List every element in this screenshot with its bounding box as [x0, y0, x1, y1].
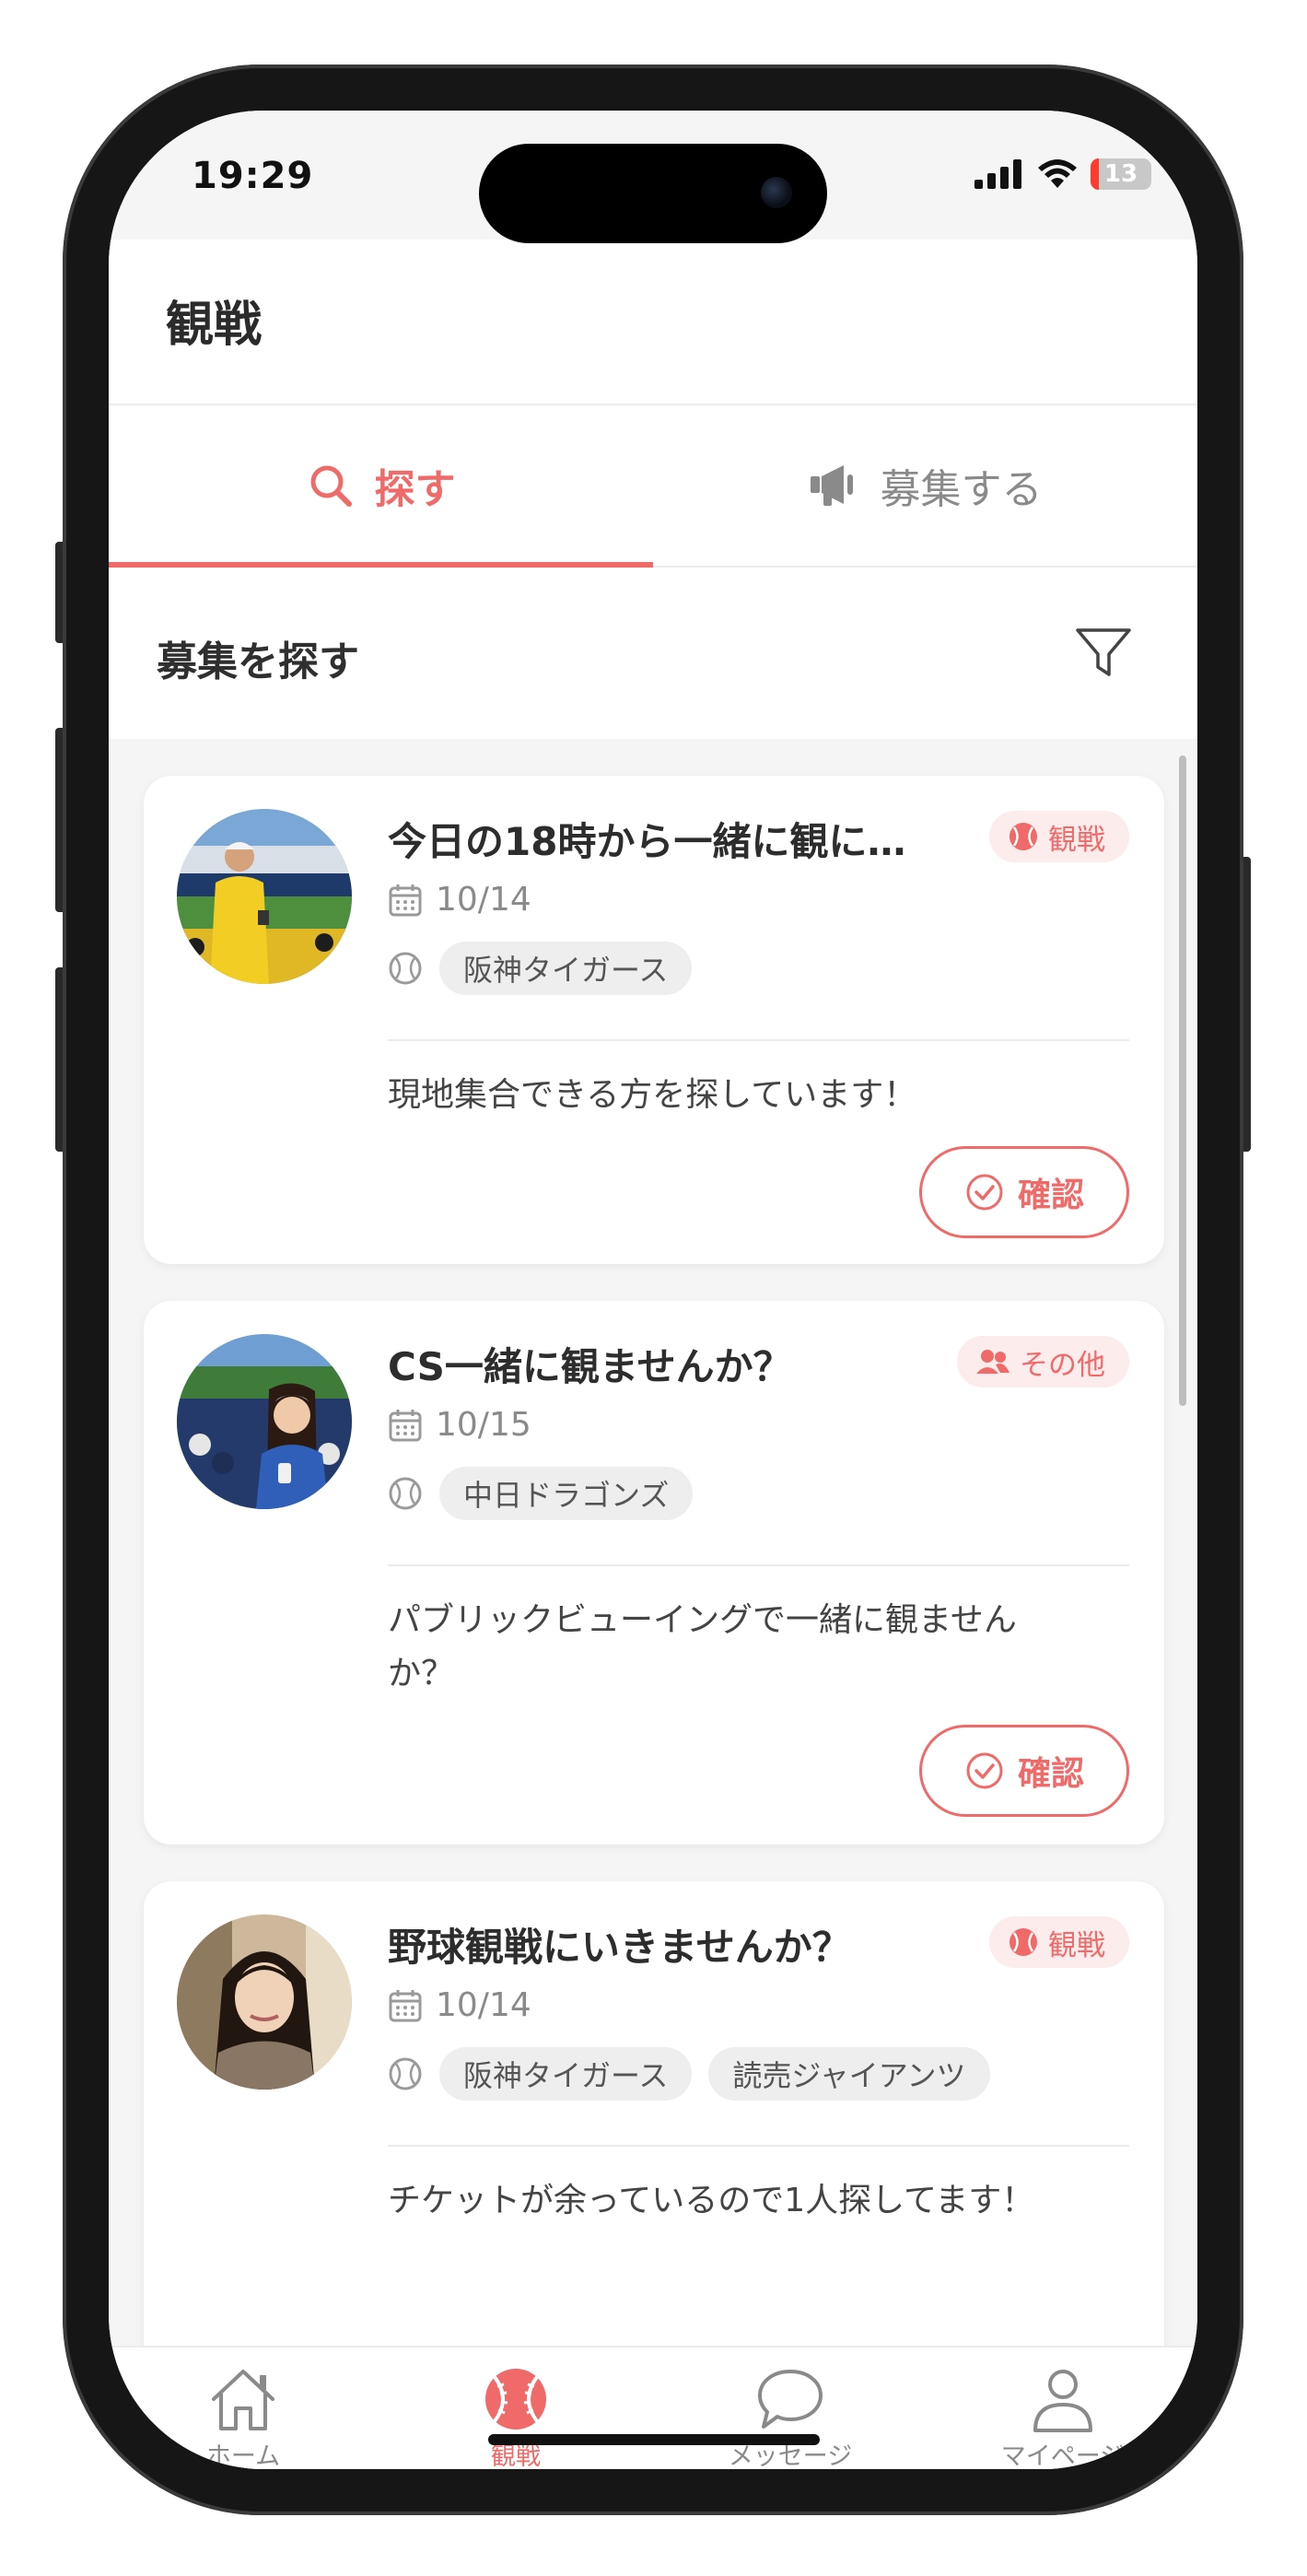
check-circle-icon: [966, 1752, 1003, 1789]
tab-search-label: 探す: [374, 466, 456, 513]
team-chip: 中日ドラゴンズ: [439, 1467, 694, 1520]
post-title: CS一緒に観ませんか？: [388, 1344, 792, 1389]
check-circle-icon: [966, 1174, 1003, 1211]
search-icon: [310, 465, 352, 507]
post-card[interactable]: CS一緒に観ませんか？ その他 10/15 中日ドラゴンズ パブリックビューイン…: [144, 1301, 1164, 1844]
wifi-icon: [1038, 159, 1077, 188]
post-message: チケットが余っているので1人探してます！: [388, 2182, 1035, 2219]
camera-icon: [761, 177, 792, 208]
post-message: 現地集合できる方を探しています！: [388, 1076, 917, 1114]
category-tag: 観戦: [989, 1916, 1129, 1968]
nav-home[interactable]: ホーム: [133, 2366, 354, 2469]
baseball-icon: [1009, 823, 1037, 850]
team-baseball-icon: [389, 952, 422, 985]
post-date-row: 10/15: [388, 1406, 531, 1444]
post-date-row: 10/14: [388, 881, 531, 919]
section-title: 募集を探す: [157, 638, 359, 685]
post-card[interactable]: 野球観戦にいきませんか？ 観戦 10/14 阪神タイガース 読売ジャイアンツ チ…: [144, 1881, 1164, 2346]
scrollbar[interactable]: [1179, 755, 1186, 1406]
user-icon: [1033, 2370, 1092, 2432]
battery-icon: 13: [1091, 158, 1151, 190]
team-row: 阪神タイガース: [388, 942, 693, 995]
nav-mypage[interactable]: マイページ: [952, 2366, 1173, 2469]
nav-watch[interactable]: 観戦: [405, 2366, 626, 2469]
tab-search[interactable]: 探す: [109, 405, 653, 566]
baseball-icon: [1009, 1928, 1037, 1956]
card-divider: [388, 1564, 1129, 1566]
filter-icon[interactable]: [1074, 626, 1133, 680]
team-row: 中日ドラゴンズ: [388, 1467, 694, 1520]
category-tag-label: 観戦: [1048, 1928, 1105, 1962]
team-chip: 阪神タイガース: [439, 942, 693, 995]
screen: 19:29 13 観戦 探す 募集する 募集を探す 今日の18時から一緒に観に……: [109, 111, 1197, 2469]
megaphone-icon: [810, 465, 853, 506]
avatar: [177, 1334, 352, 1509]
tab-bar: 探す 募集する: [109, 405, 1197, 568]
avatar: [177, 1914, 352, 2090]
calendar-icon: [389, 1989, 422, 2021]
status-time: 19:29: [192, 155, 314, 197]
calendar-icon: [389, 1409, 422, 1441]
post-list[interactable]: 今日の18時から一緒に観に… 観戦 10/14 阪神タイガース 現地集合できる方…: [109, 739, 1197, 2346]
category-tag: その他: [957, 1336, 1129, 1388]
category-tag-label: その他: [1020, 1348, 1105, 1382]
section-header: 募集を探す: [109, 568, 1197, 739]
team-baseball-icon: [389, 1477, 422, 1510]
avatar: [177, 809, 352, 984]
battery-level: 13: [1103, 160, 1138, 188]
nav-messages[interactable]: メッセージ: [680, 2366, 901, 2469]
post-date: 10/14: [436, 1986, 531, 2024]
team-chip: 読売ジャイアンツ: [708, 2047, 990, 2101]
tab-recruit-label: 募集する: [880, 466, 1043, 513]
dynamic-island: [479, 144, 827, 243]
team-baseball-icon: [389, 2057, 422, 2090]
signal-icon: [974, 159, 1021, 189]
confirm-button[interactable]: 確認: [919, 1146, 1129, 1238]
nav-home-label: ホーム: [205, 2442, 281, 2469]
post-date: 10/15: [436, 1406, 531, 1444]
status-icons: 13: [974, 158, 1151, 190]
card-divider: [388, 1039, 1129, 1041]
page-title: 観戦: [166, 298, 263, 353]
home-indicator[interactable]: [488, 2434, 820, 2445]
post-card[interactable]: 今日の18時から一緒に観に… 観戦 10/14 阪神タイガース 現地集合できる方…: [144, 776, 1164, 1264]
card-divider: [388, 2145, 1129, 2147]
calendar-icon: [389, 884, 422, 916]
post-date-row: 10/14: [388, 1986, 531, 2024]
team-chip: 阪神タイガース: [439, 2047, 693, 2101]
chat-icon: [758, 2370, 823, 2429]
phone-frame: 19:29 13 観戦 探す 募集する 募集を探す 今日の18時から一緒に観に……: [63, 64, 1243, 2515]
post-message: パブリックビューイングで一緒に観ませんか？: [388, 1601, 1017, 1692]
post-title: 今日の18時から一緒に観に…: [388, 819, 906, 864]
team-row: 阪神タイガース 読売ジャイアンツ: [388, 2047, 990, 2101]
confirm-button-label: 確認: [1017, 1177, 1084, 1214]
people-icon: [976, 1350, 1009, 1374]
app-header: 観戦: [109, 240, 1197, 405]
category-tag: 観戦: [989, 811, 1129, 862]
nav-mypage-label: マイページ: [1000, 2442, 1126, 2469]
confirm-button[interactable]: 確認: [919, 1725, 1129, 1817]
category-tag-label: 観戦: [1048, 823, 1105, 857]
tab-recruit[interactable]: 募集する: [653, 405, 1197, 566]
confirm-button-label: 確認: [1017, 1755, 1084, 1793]
baseball-icon: [485, 2369, 546, 2430]
post-title: 野球観戦にいきませんか？: [388, 1925, 851, 1970]
home-icon: [212, 2370, 274, 2430]
bottom-nav: ホーム 観戦 メッセージ マイページ: [109, 2346, 1197, 2469]
post-date: 10/14: [436, 881, 531, 919]
